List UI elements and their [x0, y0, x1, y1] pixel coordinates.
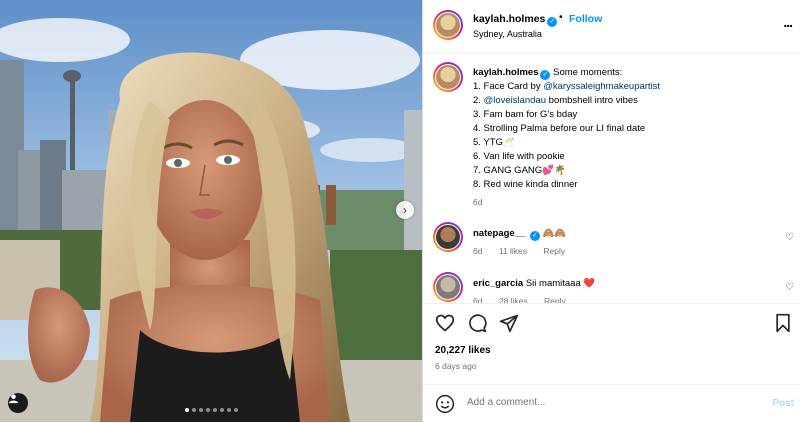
caption-line-text: 6. Van life with pookie [473, 151, 565, 162]
carousel-indicator [0, 408, 422, 412]
commenter-avatar[interactable] [433, 222, 463, 252]
caption-line: 8. Red wine kinda dinner [473, 178, 793, 192]
verified-badge-icon: ✓ [547, 17, 558, 27]
carousel-dot [198, 408, 203, 412]
post-photo [0, 0, 422, 422]
comment-body: Sii mamitaaa ❤️ [525, 278, 596, 289]
comment-item: natepage__ ✓ 🙈🙈 6d 11 likes Reply ♡ [423, 222, 800, 266]
carousel-dot [219, 408, 224, 412]
paper-plane-icon[interactable] [499, 313, 519, 333]
caption-line-text: Some moments: [553, 67, 623, 78]
comment-username[interactable]: eric_garcia [473, 278, 523, 289]
carousel-dot [184, 408, 189, 412]
verified-badge-icon: ✓ [529, 231, 540, 241]
caption-line: 2. @loveislandau bombshell intro vibes [473, 94, 793, 108]
add-comment-bar: Post [423, 384, 800, 423]
comment-bubble-icon[interactable] [467, 313, 487, 333]
comment-like-heart-icon[interactable]: ♡ [785, 282, 794, 293]
comment-like-heart-icon[interactable]: ♡ [785, 232, 794, 243]
caption-line-prefix: 2. [473, 95, 484, 106]
mention-link[interactable]: @loveislandau [484, 95, 546, 106]
comment-username[interactable]: natepage__ [473, 228, 525, 239]
caption-line-text: 8. Red wine kinda dinner [473, 179, 578, 190]
post-details-panel: kaylah.holmes ✓ • Follow Sydney, Australi… [422, 0, 800, 422]
carousel-dot [226, 408, 231, 412]
caption-username[interactable]: kaylah.holmes [473, 67, 538, 78]
post-modal: › kaylah.holmes ✓ • Follow Sydney, Austra… [0, 0, 800, 422]
caption-line: 5. YTG🥂 [473, 136, 793, 150]
header-separator: • [559, 12, 563, 23]
caption-line: 3. Fam bam for G's bday [473, 108, 793, 122]
more-options-icon[interactable]: ... [783, 14, 793, 30]
caption-line: kaylah.holmes ✓ Some moments: [473, 66, 793, 80]
post-location[interactable]: Sydney, Australia [473, 29, 542, 39]
post-media[interactable]: › [0, 0, 422, 422]
caption-line-prefix: 1. Face Card by [473, 81, 544, 92]
person-icon [8, 394, 19, 404]
post-actions-bar [423, 303, 800, 344]
caption-line: 7. GANG GANG💕🌴 [473, 164, 793, 178]
comment-input[interactable] [465, 396, 749, 409]
comment-body: 🙈🙈 [542, 228, 567, 239]
post-caption: kaylah.holmes ✓ Some moments: 1. Face Card… [473, 66, 793, 192]
author-avatar[interactable] [433, 10, 463, 40]
carousel-dot [191, 408, 196, 412]
caption-age: 6d [473, 197, 483, 207]
caption-line: 1. Face Card by @karyssaleighmakeupartis… [473, 80, 793, 94]
comments-scroll-area[interactable]: kaylah.holmes ✓ Some moments: 1. Face Card… [423, 52, 800, 310]
likes-count[interactable]: 20,227 likes [435, 345, 491, 356]
bookmark-icon[interactable] [774, 313, 792, 333]
carousel-dot [205, 408, 210, 412]
smiley-icon[interactable] [435, 394, 455, 414]
comment-likes[interactable]: 11 likes [499, 246, 527, 256]
mention-link[interactable]: @karyssaleighmakeupartist [543, 81, 660, 92]
verified-badge-icon: ✓ [540, 70, 551, 80]
caption-line-suffix: bombshell intro vibes [546, 95, 638, 106]
comment-reply-button[interactable]: Reply [543, 246, 565, 256]
author-username[interactable]: kaylah.holmes ✓ [473, 13, 558, 27]
carousel-dot [233, 408, 238, 412]
comment-text: natepage__ ✓ 🙈🙈 [473, 228, 566, 241]
post-comment-button[interactable]: Post [772, 398, 794, 409]
post-header: kaylah.holmes ✓ • Follow Sydney, Australi… [423, 0, 800, 53]
caption-line-text: 4. Strolling Palma before our LI final d… [473, 123, 646, 134]
comment-meta: 6d 11 likes Reply [473, 246, 579, 256]
caption-line-text: 3. Fam bam for G's bday [473, 109, 578, 120]
post-time[interactable]: 6 days ago [435, 361, 477, 371]
comment-text: eric_garcia Sii mamitaaa ❤️ [473, 278, 595, 289]
comment-age: 6d [473, 246, 483, 256]
caption-line-text: 7. GANG GANG💕🌴 [473, 165, 566, 176]
carousel-dot [212, 408, 217, 412]
caption-line-text: 5. YTG🥂 [473, 137, 515, 148]
caption-line: 4. Strolling Palma before our LI final d… [473, 122, 793, 136]
carousel-next-button[interactable]: › [396, 201, 414, 219]
follow-button[interactable]: Follow [569, 13, 602, 25]
commenter-avatar[interactable] [433, 272, 463, 302]
chevron-right-icon: › [403, 203, 407, 217]
heart-icon[interactable] [435, 313, 455, 333]
tagged-users-button[interactable] [8, 393, 28, 413]
caption-author-avatar[interactable] [433, 62, 463, 92]
caption-line: 6. Van life with pookie [473, 150, 793, 164]
